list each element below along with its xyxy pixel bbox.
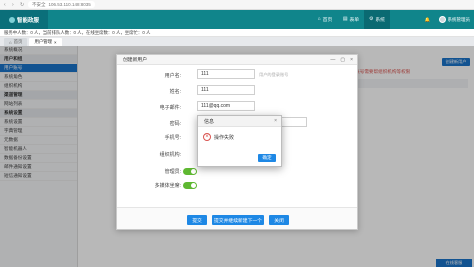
close-button[interactable]: 关闭 xyxy=(269,215,289,225)
dialog-title: 信息 xyxy=(198,116,281,127)
close-icon[interactable]: × xyxy=(274,118,277,124)
user-menu[interactable]: 系统管理员 xyxy=(438,16,471,23)
browser-bar: ‹ › ↻ 不安全 106.53.110.148:8035 xyxy=(0,0,474,10)
username-hint: 用户的登录账号 xyxy=(259,72,289,77)
logo-text: 智能政服 xyxy=(16,17,39,24)
dialog-body: × 操作失败 xyxy=(203,133,234,141)
logo: 智能政服 xyxy=(0,10,48,29)
security-label: 不安全 xyxy=(32,1,46,7)
org-label: 组织机构: xyxy=(159,152,181,158)
url-text: 106.53.110.148:8035 xyxy=(48,2,91,7)
maximize-icon[interactable]: ▢ xyxy=(340,56,345,64)
home-icon: ⌂ xyxy=(9,39,12,45)
modal-controls: — ▢ × xyxy=(330,56,353,64)
close-icon[interactable]: × xyxy=(350,56,353,64)
status-text: 服务中人数：0 人，当前排队人数：0 人，在线坐席数：0 人，坐席忙：0 人 xyxy=(4,29,151,35)
email-label: 电子邮件: xyxy=(159,105,181,111)
gear-icon: ⚙ xyxy=(369,17,374,22)
multimedia-toggle[interactable] xyxy=(183,182,197,189)
admin-toggle[interactable] xyxy=(183,168,197,175)
password-label: 密码: xyxy=(169,121,181,127)
logo-icon xyxy=(8,16,15,23)
tab-form[interactable]: ▤ 表单 xyxy=(338,10,364,29)
avatar xyxy=(438,16,446,23)
submit-and-next-button[interactable]: 提交并继续新建下一个 xyxy=(212,215,264,225)
home-icon: ⌂ xyxy=(317,17,321,22)
ok-button[interactable]: 确定 xyxy=(258,154,276,162)
reload-icon[interactable]: ↻ xyxy=(20,2,24,7)
messages-button[interactable]: 🔔 xyxy=(425,17,431,23)
admin-label: 管理员: xyxy=(164,169,181,175)
tab-system[interactable]: ⚙ 系统 xyxy=(364,10,390,29)
username-label: 用户名: xyxy=(164,73,181,79)
crumb-user-manage[interactable]: 用户管理 × xyxy=(29,38,62,46)
info-dialog: 信息 × × 操作失败 确定 xyxy=(197,115,282,167)
forward-icon[interactable]: › xyxy=(12,2,16,7)
back-icon[interactable]: ‹ xyxy=(4,2,8,7)
modal-footer: 提交 提交并继续新建下一个 关闭 xyxy=(117,207,357,229)
email-field[interactable]: 111@qq.com xyxy=(197,101,255,111)
submit-button[interactable]: 提交 xyxy=(187,215,207,225)
username-field[interactable]: 111 xyxy=(197,69,255,79)
multimedia-label: 多媒体坐席: xyxy=(154,183,181,189)
name-field[interactable]: 111 xyxy=(197,85,255,95)
name-label: 姓名: xyxy=(169,89,181,95)
phone-label: 手机号: xyxy=(164,135,181,141)
error-icon: × xyxy=(203,133,211,141)
user-name: 系统管理员 xyxy=(447,16,471,22)
close-icon[interactable]: × xyxy=(54,40,57,45)
tab-home[interactable]: ⌂ 首页 xyxy=(312,10,338,29)
address-bar[interactable]: 不安全 106.53.110.148:8035 xyxy=(28,1,95,8)
breadcrumb: ⌂ 首页 用户管理 × xyxy=(0,37,474,46)
form-icon: ▤ xyxy=(342,17,348,22)
minimize-icon[interactable]: — xyxy=(330,56,335,64)
dialog-message: 操作失败 xyxy=(214,134,235,141)
app-header: 智能政服 ⌂ 首页 ▤ 表单 ⚙ 系统 🔔 系统管理员 xyxy=(0,10,474,29)
bell-icon: 🔔 xyxy=(424,16,431,22)
header-tabs: ⌂ 首页 ▤ 表单 ⚙ 系统 xyxy=(312,10,390,29)
modal-title: 创建新用户 xyxy=(117,55,357,65)
crumb-home[interactable]: ⌂ 首页 xyxy=(4,38,28,46)
status-strip: 服务中人数：0 人，当前排队人数：0 人，在线坐席数：0 人，坐席忙：0 人 xyxy=(0,29,474,37)
header-right: 🔔 系统管理员 xyxy=(425,10,470,29)
